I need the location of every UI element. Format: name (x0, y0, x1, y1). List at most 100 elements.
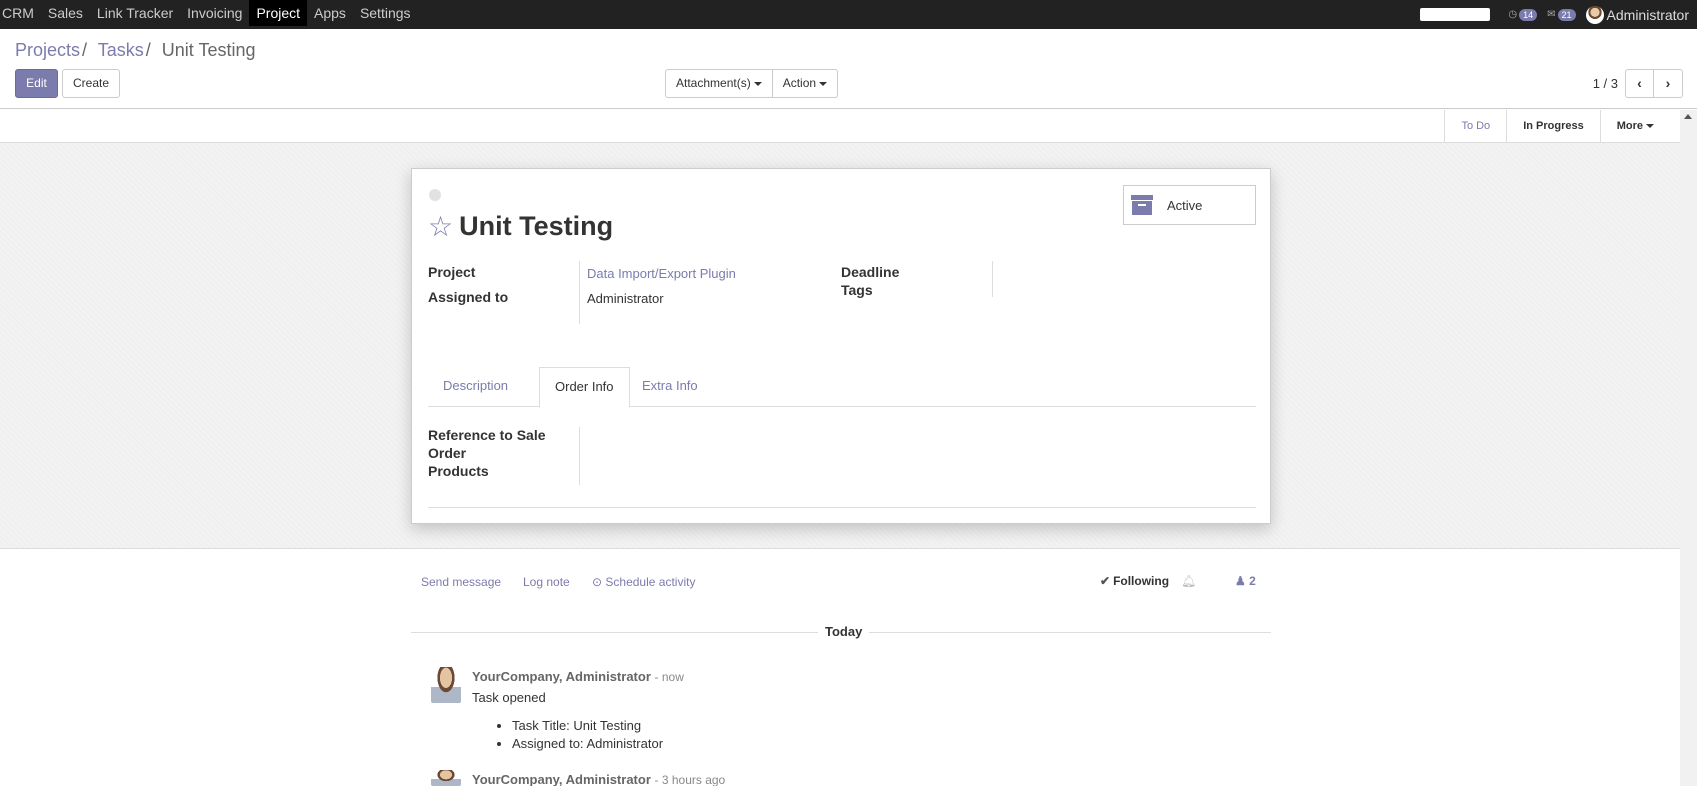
date-separator-label: Today (818, 624, 870, 639)
scrollbar[interactable] (1680, 110, 1697, 786)
caret-down-icon (753, 81, 762, 86)
tab-order-info[interactable]: Order Info (539, 367, 630, 408)
following-button[interactable]: ✔ Following (1100, 574, 1169, 588)
tracking-value-list: Task Title: Unit Testing Assigned to: Ad… (512, 717, 663, 753)
kanban-state-indicator[interactable] (429, 189, 441, 201)
archive-icon (1131, 195, 1153, 215)
log-note-button[interactable]: Log note (523, 575, 570, 589)
main-menu: CRM Sales Link Tracker Invoicing Project… (0, 0, 418, 29)
followers-button[interactable]: ♟ 2 (1235, 574, 1256, 588)
message-body: Task opened (472, 690, 546, 705)
breadcrumb-tasks[interactable]: Tasks (98, 40, 144, 60)
active-label: Active (1167, 197, 1203, 213)
tab-extra-info[interactable]: Extra Info (627, 367, 713, 408)
followers-count: 2 (1249, 574, 1256, 588)
edit-button[interactable]: Edit (15, 69, 58, 98)
tab-description[interactable]: Description (428, 367, 523, 408)
clock-icon: ⊙ (592, 575, 606, 589)
menu-crm[interactable]: CRM (0, 0, 41, 26)
assigned-to-label: Assigned to (428, 289, 509, 305)
stage-in-progress[interactable]: In Progress (1506, 110, 1600, 143)
chat-bubble-icon: ✉ (1547, 9, 1556, 20)
sidebar-actions: Attachment(s) Action (665, 69, 839, 98)
pager-next-button[interactable]: › (1654, 69, 1683, 98)
schedule-activity-button[interactable]: ⊙ Schedule activity (592, 575, 695, 589)
notebook-tabs: Description Order Info Extra Info (428, 367, 1256, 408)
breadcrumb-current: Unit Testing (161, 40, 256, 60)
products-label: Products (428, 463, 489, 479)
create-button[interactable]: Create (62, 69, 120, 98)
field-divider (992, 261, 993, 297)
field-divider (579, 427, 580, 485)
top-navbar: CRM Sales Link Tracker Invoicing Project… (0, 0, 1697, 29)
caret-down-icon (1646, 124, 1654, 129)
breadcrumb-separator: / (145, 40, 151, 60)
action-label: Action (782, 76, 817, 90)
scroll-up-arrow-icon[interactable] (1684, 114, 1692, 119)
stage-more-dropdown[interactable]: More (1599, 110, 1670, 143)
activity-count-badge: 14 (1519, 8, 1538, 21)
deadline-label: Deadline (841, 264, 900, 280)
task-title-row: ☆ Unit Testing (428, 211, 613, 242)
field-divider (579, 261, 580, 324)
user-icon: ♟ (1235, 574, 1250, 588)
tags-label: Tags (841, 282, 873, 298)
menu-sales[interactable]: Sales (41, 0, 90, 26)
sheet-divider (428, 507, 1256, 508)
menu-project[interactable]: Project (249, 0, 308, 26)
task-form-sheet: ☆ Unit Testing Active Project Assigned t… (411, 168, 1271, 524)
tracking-value-item: Assigned to: Administrator (512, 735, 663, 753)
user-name: Administrator (1606, 6, 1689, 23)
clock-icon: ◷ (1508, 9, 1518, 20)
message-author-avatar[interactable] (431, 770, 461, 786)
user-menu[interactable]: Administrator (1585, 5, 1689, 24)
following-label: Following (1113, 574, 1170, 588)
message-author-name[interactable]: YourCompany, Administrator (472, 669, 651, 684)
pager: 1 / 3 ‹ › (1593, 69, 1683, 98)
action-dropdown[interactable]: Action (772, 69, 839, 98)
chevron-left-icon: ‹ (1637, 75, 1642, 91)
stage-selector: To Do In Progress More (1444, 110, 1670, 143)
menu-apps[interactable]: Apps (307, 0, 353, 26)
pager-value[interactable]: 1 / 3 (1593, 76, 1618, 91)
assigned-to-field[interactable]: Administrator (587, 291, 664, 306)
messaging-menu[interactable]: ✉ 21 (1547, 8, 1576, 21)
send-message-button[interactable]: Send message (421, 575, 501, 589)
chevron-right-icon: › (1665, 75, 1671, 91)
project-label: Project (428, 264, 476, 280)
message-author-avatar[interactable] (431, 667, 461, 703)
caret-down-icon (819, 81, 828, 86)
breadcrumb-separator: / (82, 40, 88, 60)
sale-order-label: Reference to Sale (428, 427, 546, 443)
quick-search-box[interactable] (1420, 8, 1491, 21)
active-toggle-button[interactable]: Active (1123, 185, 1256, 225)
activity-menu[interactable]: ◷ 14 (1508, 8, 1538, 21)
breadcrumb: Projects / Tasks / Unit Testing (15, 40, 256, 61)
menu-invoicing[interactable]: Invoicing (180, 0, 249, 26)
message-author: YourCompany, Administrator - now (472, 669, 684, 684)
pager-previous-button[interactable]: ‹ (1625, 69, 1654, 98)
attachments-label: Attachment(s) (676, 76, 751, 90)
user-avatar (1585, 5, 1604, 24)
control-panel: Projects / Tasks / Unit Testing Edit Creat… (0, 29, 1697, 109)
stage-more-label: More (1616, 120, 1643, 132)
message-time: - now (654, 670, 684, 684)
message-time: - 3 hours ago (654, 773, 726, 786)
check-icon: ✔ (1100, 574, 1111, 588)
message-author-name[interactable]: YourCompany, Administrator (472, 772, 651, 786)
menu-settings[interactable]: Settings (353, 0, 418, 26)
tracking-value-item: Task Title: Unit Testing (512, 717, 663, 735)
star-icon[interactable]: ☆ (428, 212, 453, 241)
attachments-dropdown[interactable]: Attachment(s) (665, 69, 773, 98)
task-title: Unit Testing (459, 211, 614, 241)
message-author: YourCompany, Administrator - 3 hours ago (472, 772, 725, 786)
stage-todo[interactable]: To Do (1444, 110, 1506, 143)
breadcrumb-projects[interactable]: Projects (15, 40, 80, 60)
message-count-badge: 21 (1557, 8, 1576, 21)
sale-order-label-cont: Order (428, 445, 467, 461)
schedule-activity-label: Schedule activity (605, 575, 696, 589)
bell-icon[interactable]: 🔔︎ (1181, 574, 1196, 588)
project-field[interactable]: Data Import/Export Plugin (587, 266, 736, 281)
statusbar: To Do In Progress More (0, 110, 1680, 143)
menu-link-tracker[interactable]: Link Tracker (90, 0, 180, 26)
